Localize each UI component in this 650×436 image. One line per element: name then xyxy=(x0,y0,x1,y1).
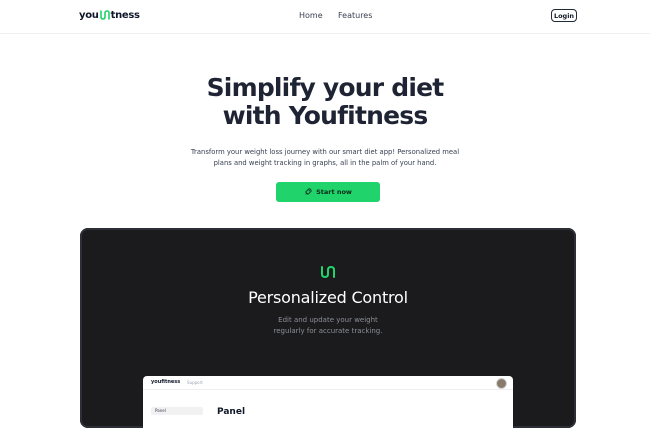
feature-title: Personalized Control xyxy=(248,288,408,307)
preview-divider xyxy=(143,389,513,390)
login-button[interactable]: Login xyxy=(551,9,577,22)
rocket-icon xyxy=(305,188,312,195)
hero-subtitle: Transform your weight loss journey with … xyxy=(185,147,465,169)
logo-text-left: you xyxy=(79,9,99,21)
preview-logo: youfitness xyxy=(151,379,181,385)
hero-title: Simplify your diet with Youfitness xyxy=(0,74,650,130)
feature-subtitle: Edit and update your weight regularly fo… xyxy=(248,315,408,337)
start-now-button[interactable]: Start now xyxy=(276,182,380,202)
hero-subtitle-line-2: plans and weight tracking in graphs, all… xyxy=(213,159,437,167)
nav-link-home[interactable]: Home xyxy=(299,11,323,20)
hero-subtitle-line-1: Transform your weight loss journey with … xyxy=(190,148,460,156)
preview-support-link: Support xyxy=(187,380,203,385)
logo-text-right: tness xyxy=(110,9,140,21)
youfitness-logo-icon xyxy=(321,265,335,279)
app-preview: youfitness Support Panel Panel xyxy=(143,376,513,436)
feature-subtitle-line-1: Edit and update your weight xyxy=(278,316,378,324)
hero-title-line-2: with Youfitness xyxy=(222,101,429,130)
brand-logo[interactable]: you tness xyxy=(79,9,140,21)
logo-mark-icon xyxy=(99,10,110,20)
hero-title-line-1: Simplify your diet xyxy=(206,73,445,102)
top-navbar: you tness Home Features Login xyxy=(0,0,650,34)
feature-subtitle-line-2: regularly for accurate tracking. xyxy=(273,327,383,335)
feature-panel: Personalized Control Edit and update you… xyxy=(80,228,576,436)
nav-link-features[interactable]: Features xyxy=(338,11,372,20)
preview-avatar xyxy=(496,378,507,389)
start-now-label: Start now xyxy=(316,188,352,196)
preview-page-heading: Panel xyxy=(217,407,246,417)
